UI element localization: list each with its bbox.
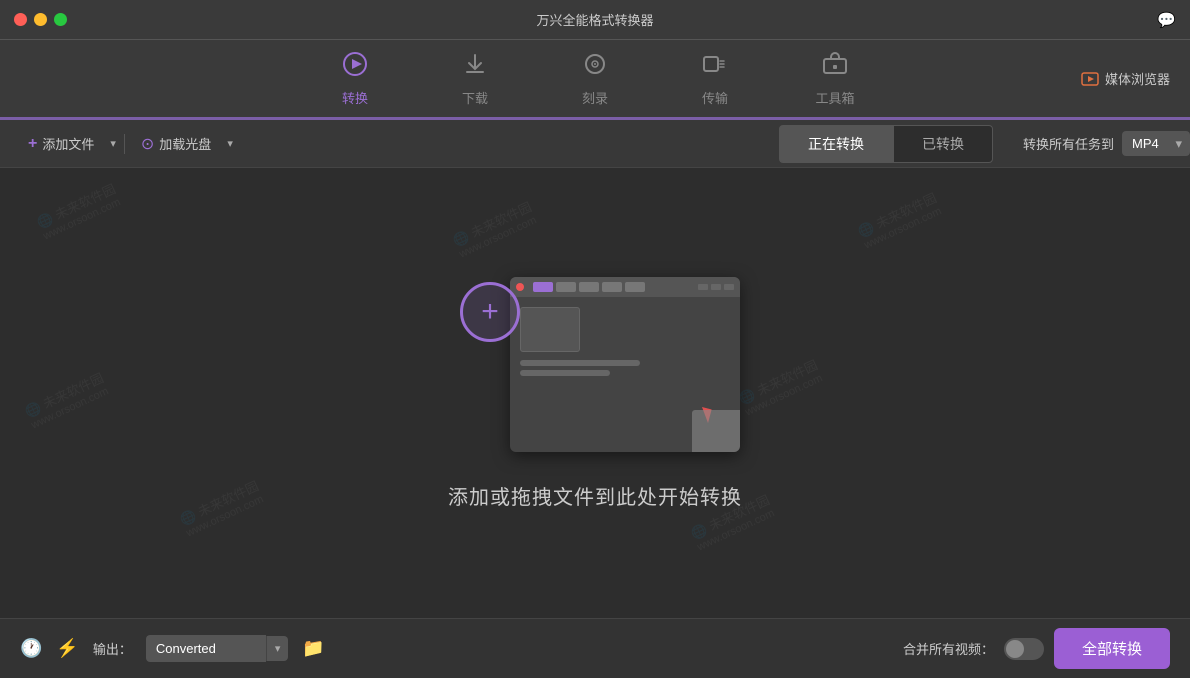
fw-tab-5 [625, 282, 645, 292]
fw-tab-1 [533, 282, 553, 292]
tab-group: 正在转换 已转换 [779, 125, 993, 163]
plus-circle-icon: + [460, 282, 520, 342]
clock-icon[interactable]: 🕐 [20, 638, 42, 659]
file-window-titlebar [510, 277, 740, 297]
nav-label-transfer: 传输 [702, 88, 728, 107]
tab-converting[interactable]: 正在转换 [779, 125, 893, 163]
add-file-button[interactable]: + 添加文件 [16, 128, 106, 159]
download-icon [462, 51, 488, 83]
maximize-button[interactable] [54, 13, 67, 26]
file-window-body [510, 297, 740, 386]
tab-converted[interactable]: 已转换 [893, 125, 993, 163]
main-content: 🌐 未来软件园 www.orsoon.com 🌐 未来软件园 www.orsoo… [0, 168, 1190, 618]
nav-item-convert[interactable]: 转换 [325, 51, 385, 107]
folder-icon[interactable]: 📁 [302, 638, 324, 659]
load-disc-label: 加载光盘 [159, 134, 211, 153]
convert-icon [342, 51, 368, 83]
title-bar: 万兴全能格式转换器 💬 [0, 0, 1190, 40]
add-file-label: 添加文件 [42, 134, 94, 153]
output-path-select[interactable]: Converted [146, 635, 266, 662]
shadow-file [692, 410, 740, 452]
app-title: 万兴全能格式转换器 [536, 10, 653, 29]
output-select-wrap: Converted ▾ [146, 635, 289, 662]
output-select-chevron[interactable]: ▾ [266, 636, 289, 661]
nav-item-download[interactable]: 下载 [445, 51, 505, 107]
toolbox-icon [822, 51, 848, 83]
minimize-button[interactable] [34, 13, 47, 26]
output-label: 输出： [93, 639, 132, 658]
toolbar: + 添加文件 ▾ ⊙ 加载光盘 ▾ 正在转换 已转换 转换所有任务到 MP4 M… [0, 120, 1190, 168]
nav-label-burn: 刻录 [582, 88, 608, 107]
nav-label-download: 下载 [462, 88, 488, 107]
convert-target: 转换所有任务到 MP4 MKV AVI MOV [1023, 131, 1190, 156]
fw-close-dot [516, 283, 524, 291]
plus-icon: + [28, 135, 37, 153]
burn-icon [582, 51, 608, 83]
nav-item-transfer[interactable]: 传输 [685, 51, 745, 107]
fw-tab-4 [602, 282, 622, 292]
fw-image-placeholder [520, 307, 580, 352]
add-file-dropdown[interactable]: ▾ [106, 131, 120, 156]
nav-bar: 转换 下载 刻录 传输 [0, 40, 1190, 120]
divider-1 [124, 134, 125, 154]
toggle-knob [1006, 640, 1024, 658]
nav-label-convert: 转换 [342, 88, 368, 107]
bottom-bar: 🕐 ⚡ 输出： Converted ▾ 📁 合并所有视频： 全部转换 [0, 618, 1190, 678]
fw-tabs [533, 282, 645, 292]
convert-to-label: 转换所有任务到 [1023, 134, 1114, 153]
chat-icon: 💬 [1157, 11, 1176, 29]
drop-illustration: + [450, 277, 740, 457]
convert-all-button[interactable]: 全部转换 [1054, 628, 1170, 669]
nav-item-burn[interactable]: 刻录 [565, 51, 625, 107]
title-right-area: 💬 [1157, 11, 1176, 29]
lightning-icon[interactable]: ⚡ [56, 638, 78, 659]
media-browser-label: 媒体浏览器 [1105, 69, 1170, 88]
cd-icon: ⊙ [141, 134, 154, 154]
transfer-icon [702, 51, 728, 83]
load-disc-button[interactable]: ⊙ 加载光盘 [129, 128, 223, 160]
media-browser-icon [1081, 70, 1099, 88]
nav-item-toolbox[interactable]: 工具箱 [805, 51, 865, 107]
close-button[interactable] [14, 13, 27, 26]
load-disc-dropdown[interactable]: ▾ [223, 131, 237, 156]
window-controls [14, 13, 67, 26]
format-select[interactable]: MP4 MKV AVI MOV [1122, 131, 1190, 156]
merge-section: 合并所有视频： 全部转换 [903, 628, 1170, 669]
drop-hint-text: 添加或拖拽文件到此处开始转换 [448, 481, 742, 510]
nav-label-toolbox: 工具箱 [815, 88, 854, 107]
file-window [510, 277, 740, 452]
merge-label: 合并所有视频： [903, 639, 994, 658]
format-select-wrap: MP4 MKV AVI MOV [1122, 131, 1190, 156]
merge-toggle[interactable] [1004, 638, 1044, 660]
media-browser-button[interactable]: 媒体浏览器 [1081, 69, 1170, 88]
fw-controls [698, 284, 734, 290]
drop-area[interactable]: + [448, 277, 742, 510]
fw-tab-2 [556, 282, 576, 292]
fw-tab-3 [579, 282, 599, 292]
fw-text-lines [520, 360, 730, 376]
